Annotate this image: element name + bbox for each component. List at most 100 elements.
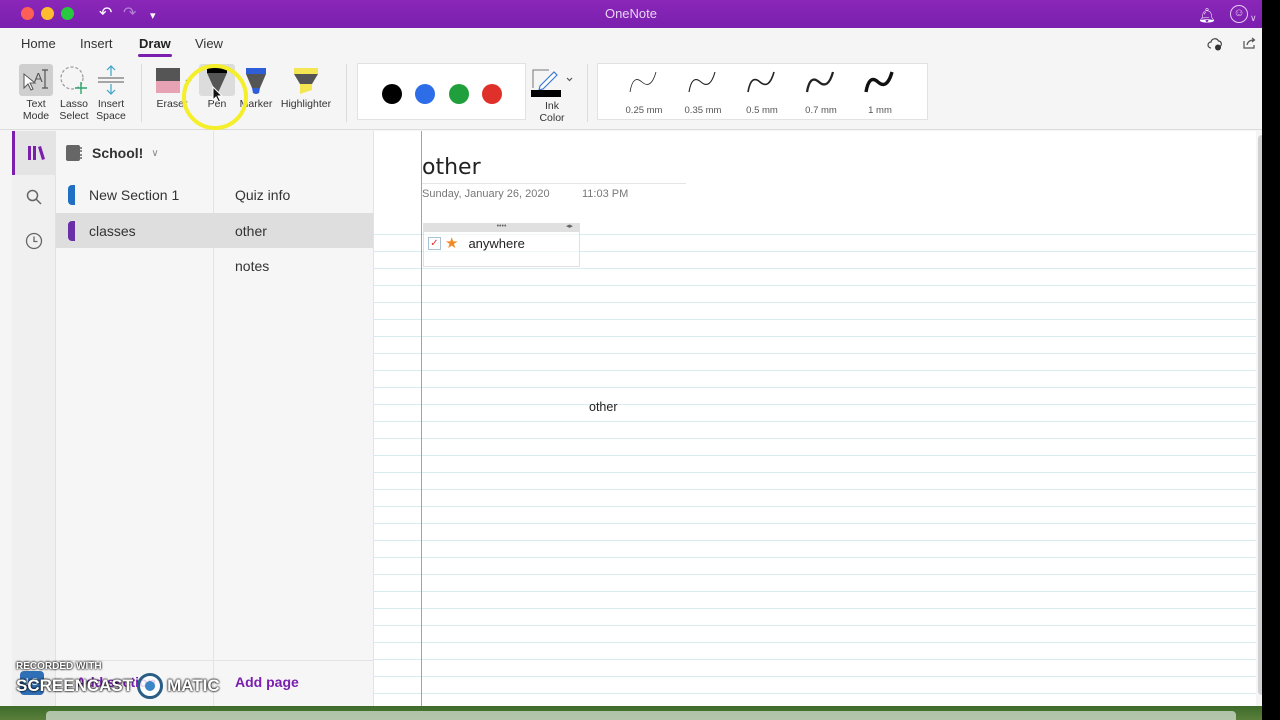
page-title[interactable]: other [422,155,481,180]
ink-color-blue[interactable] [415,84,435,104]
ink-color-palette [357,63,526,120]
ink-color-button[interactable]: Ink Color [530,66,574,124]
thickness-label: 1 mm [868,105,892,116]
marker-button[interactable]: Marker [238,68,274,110]
page-time: 11:03 PM [582,188,629,200]
eraser-icon [152,68,192,96]
add-page-button[interactable]: Add page [235,674,299,690]
chevron-down-icon: ∨ [151,147,159,159]
ink-color-black[interactable] [382,84,402,104]
resize-handle-icon[interactable]: ◂▸ [566,223,573,230]
marker-icon [238,68,274,96]
page-header-area [374,131,1256,218]
section-color-tab [68,185,75,205]
ribbon-divider [587,64,588,122]
floating-text[interactable]: other [589,400,618,414]
insert-space-label-2: Space [96,110,126,122]
todo-checkbox[interactable]: ✓ [428,237,441,250]
stroke-preview-icon [747,71,775,93]
insert-space-icon [94,64,128,96]
share-icon[interactable] [1243,36,1257,52]
insert-space-button[interactable]: Insert Space [94,64,128,122]
page-canvas[interactable]: other Sunday, January 26, 2020 11:03 PM … [374,131,1256,706]
page-date: Sunday, January 26, 2020 [422,188,550,200]
window-title: OneNote [604,6,658,21]
title-underline [422,183,686,184]
rail-notebooks[interactable] [12,131,56,175]
section-color-tab [68,221,75,241]
rail-search[interactable] [12,175,56,219]
section-label: classes [89,222,136,239]
thickness-option[interactable]: 1 mm [855,68,905,116]
dock [46,711,1236,720]
ribbon-divider [141,64,142,122]
lasso-label-1: Lasso [59,98,89,110]
page-item[interactable]: notes [214,248,373,283]
ink-color-label-1: Ink [544,100,559,112]
section-item[interactable]: New Section 1 [56,177,214,212]
search-icon [26,189,42,205]
section-item[interactable]: classes [56,213,214,248]
ink-color-label-2: Color [539,112,565,124]
note-line[interactable]: ✓ ★ anywhere [424,232,579,251]
eraser-button[interactable]: Eraser [152,68,192,110]
thickness-option[interactable]: 0.35 mm [678,68,728,116]
stroke-preview-icon [629,71,657,93]
marker-label: Marker [239,98,273,110]
page-item[interactable]: Quiz info [214,177,373,212]
bell-icon[interactable]: 🔔︎ [1198,5,1216,25]
chevron-down-icon[interactable]: ∨ [1250,8,1257,28]
ink-color-icon [530,66,574,98]
thickness-option[interactable]: 0.7 mm [796,68,846,116]
stroke-preview-icon [864,71,894,93]
smiley-icon[interactable]: ☺ [1230,5,1248,23]
ink-color-red[interactable] [482,84,502,104]
thickness-gallery: 0.25 mm 0.35 mm 0.5 mm 0.7 mm 1 mm [597,63,928,120]
rail-recent[interactable] [12,219,56,263]
text-mode-icon: A [19,64,53,96]
thickness-option[interactable]: 0.25 mm [619,68,669,116]
ribbon-divider [346,64,347,122]
text-mode-button[interactable]: A Text Mode [19,64,53,122]
add-section-button[interactable]: Add section [76,674,156,690]
thickness-option[interactable]: 0.5 mm [737,68,787,116]
notebook-icon [66,145,82,161]
svg-text:A: A [34,70,43,85]
sync-status-icon[interactable] [1207,37,1223,51]
navigation-rail [12,131,56,706]
lasso-select-button[interactable]: Lasso Select [57,64,91,122]
thickness-label: 0.35 mm [684,105,722,116]
title-bar: ↶ ↷ ▾ OneNote 🔔︎ ☺ ∨ [0,0,1262,28]
eraser-label: Eraser [156,98,188,110]
mouse-pointer-icon [212,85,224,107]
sections-pane: School! ∨ New Section 1 classes [56,131,214,706]
avatar[interactable]: LS [20,671,44,695]
tab-home[interactable]: Home [21,36,56,51]
ink-color-current [531,90,561,97]
tab-draw[interactable]: Draw [138,36,172,57]
note-container[interactable]: •••• ◂▸ ✓ ★ anywhere [423,223,580,267]
clock-icon [25,232,43,250]
notebooks-icon [27,146,45,160]
insert-space-label-1: Insert [97,98,125,110]
margin-line [421,131,422,706]
pages-pane: Quiz info other notes [214,131,374,706]
lasso-label-2: Select [59,110,89,122]
highlighter-icon [278,68,334,96]
onenote-window: ↶ ↷ ▾ OneNote 🔔︎ ☺ ∨ Home Insert Draw Vi… [0,0,1262,706]
highlighter-label: Highlighter [280,98,332,110]
text-mode-label-2: Mode [22,110,50,122]
draw-ribbon: A Text Mode Lasso Select Insert Space Er… [0,58,1262,130]
section-label: New Section 1 [89,186,180,203]
note-drag-handle[interactable]: •••• ◂▸ [424,223,579,232]
thickness-label: 0.7 mm [805,105,837,116]
ink-color-green[interactable] [449,84,469,104]
page-item[interactable]: other [214,213,373,248]
notebook-switcher[interactable]: School! ∨ [66,145,159,161]
tab-insert[interactable]: Insert [80,36,113,51]
star-icon: ★ [445,235,459,252]
highlighter-button[interactable]: Highlighter [278,68,334,110]
tab-view[interactable]: View [195,36,223,51]
vertical-scrollbar[interactable] [1258,135,1262,695]
note-text[interactable]: anywhere [468,236,524,251]
